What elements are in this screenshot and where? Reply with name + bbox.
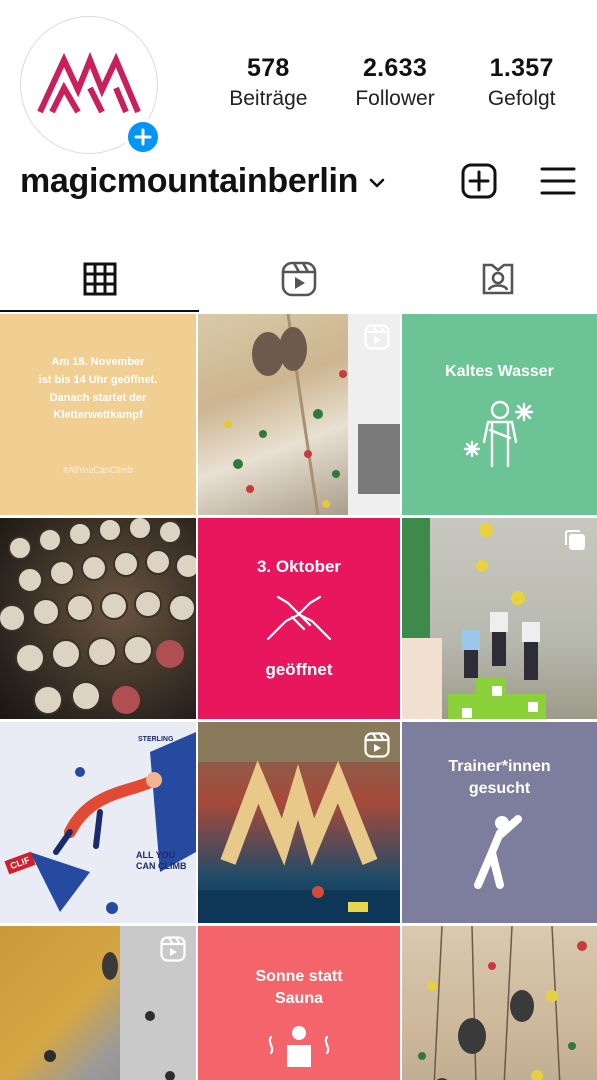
post-climbing-hall-photo[interactable]: [402, 926, 597, 1080]
post-trainer-gesucht[interactable]: Trainer*innen gesucht: [402, 722, 597, 923]
cold-person-icon: [463, 401, 533, 468]
campaign-line: ALL YOU: [136, 850, 176, 860]
post-reel-bouldering[interactable]: [0, 926, 196, 1080]
sponsor-brand: STERLING: [138, 736, 174, 743]
username[interactable]: magicmountainberlin: [20, 162, 358, 201]
post-reel-climbing-wall[interactable]: [198, 314, 400, 515]
post-subtitle: geöffnet: [265, 659, 333, 679]
tab-tagged[interactable]: [398, 246, 597, 312]
username-row: magicmountainberlin: [20, 158, 580, 204]
reels-icon: [281, 261, 316, 297]
stat-value: 578: [247, 54, 290, 82]
stat-value: 1.357: [489, 54, 554, 82]
tab-reels[interactable]: [199, 246, 398, 312]
menu-icon[interactable]: [540, 164, 576, 198]
campaign-title: ALL YOU CAN CLIMB: [136, 850, 187, 872]
post-reel-gym-logo[interactable]: [198, 722, 400, 923]
post-title: 3. Oktober: [256, 556, 342, 576]
add-story-button[interactable]: [124, 118, 162, 156]
stat-value: 2.633: [362, 54, 428, 82]
profile-tabs: [0, 246, 597, 312]
post-kaltes-wasser[interactable]: Kaltes Wasser: [402, 314, 597, 515]
carousel-badge-icon: [565, 530, 585, 550]
post-title: Kaltes Wasser: [445, 362, 554, 380]
post-3-oktober[interactable]: 3. Oktober geöffnet: [198, 518, 400, 719]
climbing-hall-photo: [418, 926, 587, 1080]
post-announcement-november[interactable]: Am 18. November ist bis 14 Uhr geöffnet.…: [0, 314, 196, 515]
post-hashtag: #AllYouCanClimb: [63, 464, 133, 475]
reels-badge-icon: [160, 936, 186, 962]
plus-icon: [134, 128, 152, 146]
reels-badge-icon: [364, 732, 390, 758]
chevron-down-icon[interactable]: [368, 177, 386, 189]
stat-posts[interactable]: 578 Beiträge: [205, 54, 332, 111]
tagged-icon: [482, 263, 513, 295]
stretching-person-icon: [473, 815, 522, 890]
stat-label: Gefolgt: [487, 87, 556, 110]
new-post-icon[interactable]: [460, 162, 498, 200]
profile-avatar[interactable]: [20, 16, 162, 156]
post-typewriter-photo[interactable]: [0, 518, 196, 719]
profile-stats: 578 Beiträge 2.633 Follower 1.357 Gefolg…: [205, 54, 585, 111]
post-text: Am 18. November: [51, 356, 145, 369]
post-all-you-can-climb[interactable]: STERLING ALL YOU CAN CLIMB CLIF: [0, 722, 196, 923]
post-title: Trainer*innen: [448, 757, 551, 775]
posts-grid: Am 18. November ist bis 14 Uhr geöffnet.…: [0, 314, 597, 1080]
post-sonne-statt-sauna[interactable]: Sonne statt Sauna: [198, 926, 400, 1080]
post-text: Danach startet der: [49, 391, 147, 404]
post-title: Sonne statt: [255, 968, 343, 985]
post-text: ist bis 14 Uhr geöffnet.: [38, 373, 158, 386]
typewriter-keys-photo: [0, 518, 196, 715]
campaign-line: CAN CLIMB: [136, 860, 187, 871]
handshake-icon: [266, 595, 332, 640]
sauna-person-icon: [268, 1026, 330, 1068]
post-text: Kletterwettkampf: [53, 409, 143, 422]
stat-following[interactable]: 1.357 Gefolgt: [458, 54, 585, 111]
stat-followers[interactable]: 2.633 Follower: [332, 54, 459, 111]
climbing-illustration: [30, 732, 196, 914]
reels-badge-icon: [364, 324, 390, 350]
magic-mountain-logo: [37, 51, 141, 114]
stat-label: Beiträge: [229, 87, 308, 110]
post-competition-podium[interactable]: [402, 518, 597, 719]
grid-icon: [83, 262, 116, 296]
tab-posts-grid[interactable]: [0, 246, 199, 312]
post-title: gesucht: [468, 779, 531, 797]
post-title: Sauna: [274, 989, 323, 1007]
stat-label: Follower: [355, 87, 435, 110]
